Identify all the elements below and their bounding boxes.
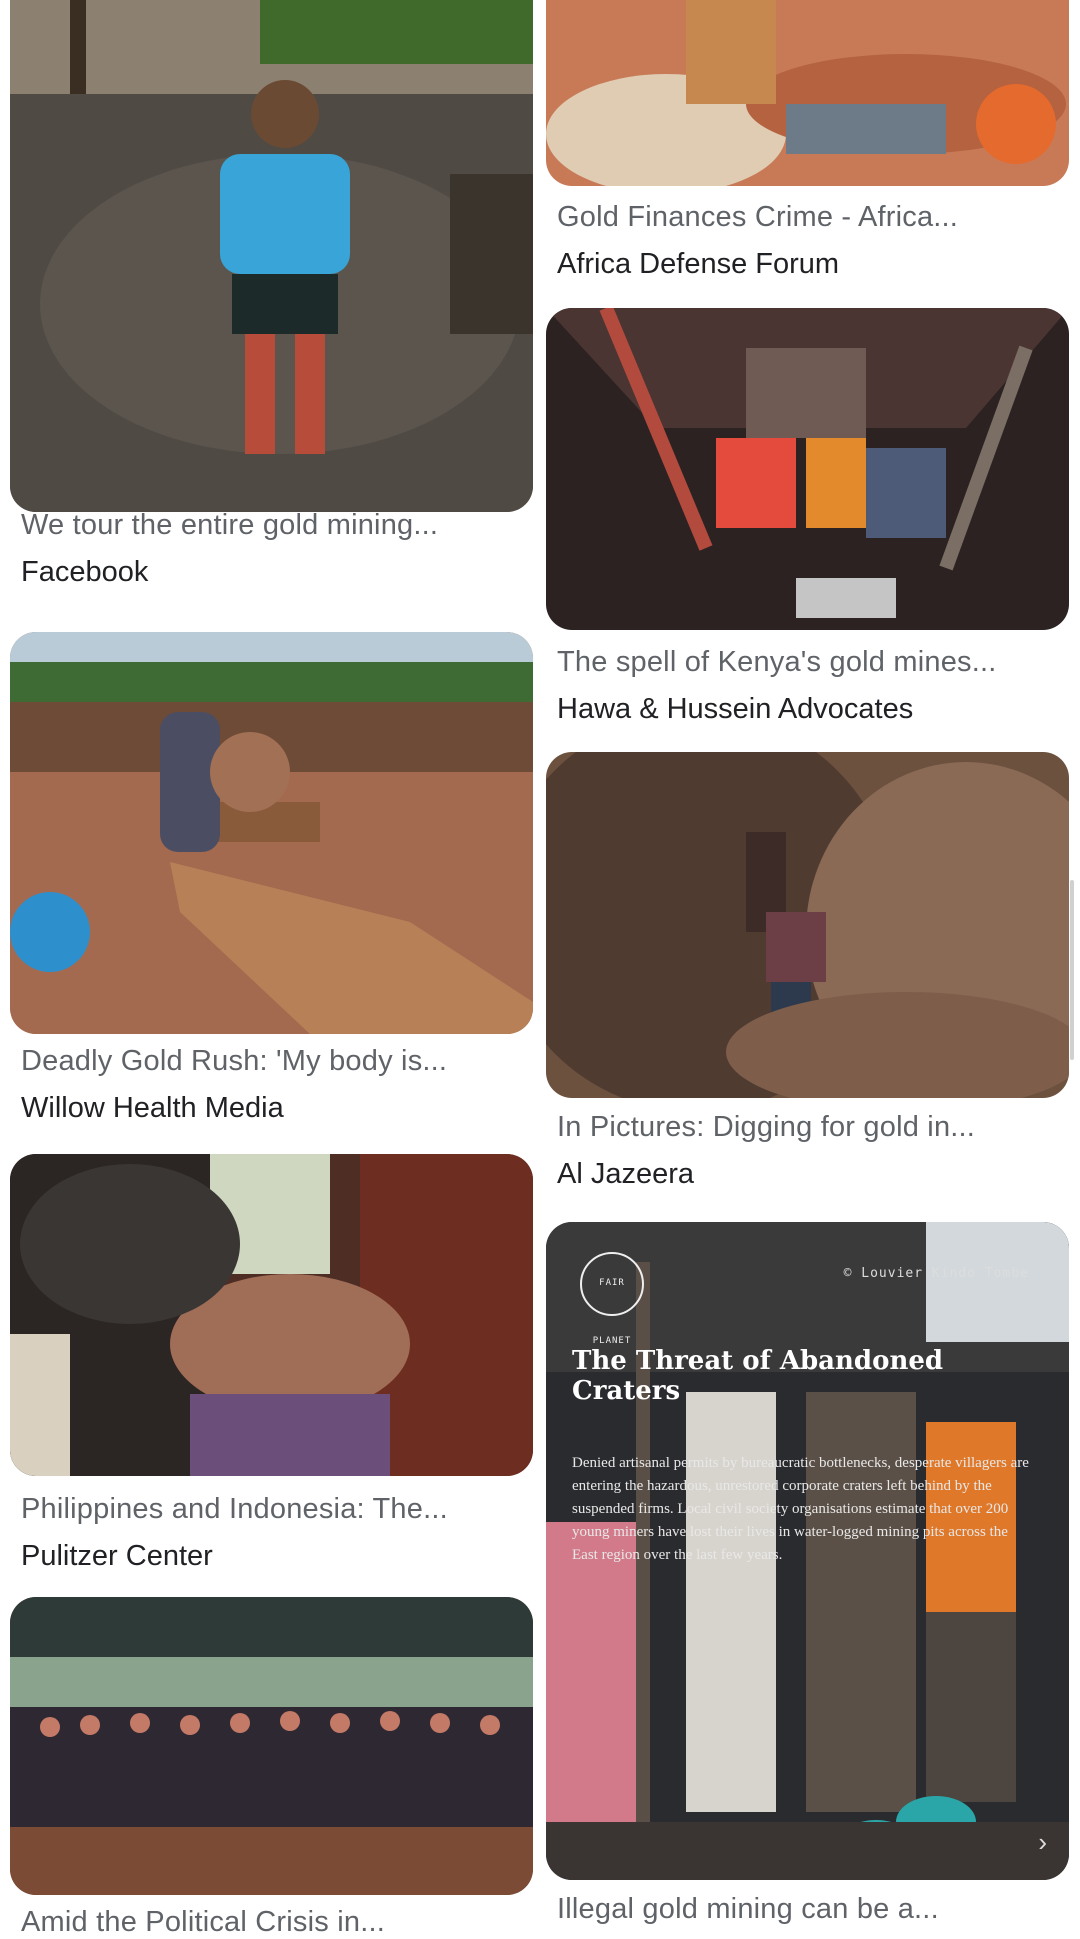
result-title[interactable]: Amid the Political Crisis in... <box>21 1905 521 1939</box>
result-source: Willow Health Media <box>21 1092 284 1124</box>
result-thumbnail[interactable] <box>10 1597 533 1895</box>
overlay-heading: The Threat of Abandoned Craters <box>572 1346 944 1406</box>
result-title[interactable]: We tour the entire gold mining... <box>21 508 521 542</box>
fair-planet-logo: FAIR PLANET <box>580 1252 644 1346</box>
result-title[interactable]: The spell of Kenya's gold mines... <box>557 645 1057 679</box>
result-source: Africa Defense Forum <box>557 248 840 280</box>
scrollbar[interactable] <box>1070 880 1074 1060</box>
result-thumbnail[interactable] <box>546 752 1069 1098</box>
result-title[interactable]: Deadly Gold Rush: 'My body is... <box>21 1044 521 1078</box>
result-thumbnail[interactable]: FAIR PLANET © Louvier Kindo Tombe The Th… <box>546 1222 1069 1880</box>
result-title[interactable]: Philippines and Indonesia: The... <box>21 1492 521 1526</box>
result-source: Hawa & Hussein Advocates <box>557 693 914 725</box>
overlay-body-text: Denied artisanal permits by bureaucratic… <box>572 1455 1029 1563</box>
result-thumbnail[interactable] <box>10 632 533 1034</box>
result-source: Facebook <box>21 556 149 588</box>
chevron-right-icon[interactable]: › <box>1038 1827 1047 1858</box>
result-thumbnail[interactable] <box>546 0 1069 186</box>
result-thumbnail[interactable] <box>10 1154 533 1476</box>
result-source: Al Jazeera <box>557 1158 695 1190</box>
result-title[interactable]: In Pictures: Digging for gold in... <box>557 1110 1057 1144</box>
result-source: Pulitzer Center <box>21 1540 213 1572</box>
result-thumbnail[interactable] <box>546 308 1069 630</box>
result-thumbnail[interactable] <box>10 0 533 512</box>
photo-credit: © Louvier Kindo Tombe <box>843 1266 1029 1281</box>
result-title[interactable]: Illegal gold mining can be a... <box>557 1892 1057 1926</box>
result-title[interactable]: Gold Finances Crime - Africa... <box>557 200 1057 234</box>
